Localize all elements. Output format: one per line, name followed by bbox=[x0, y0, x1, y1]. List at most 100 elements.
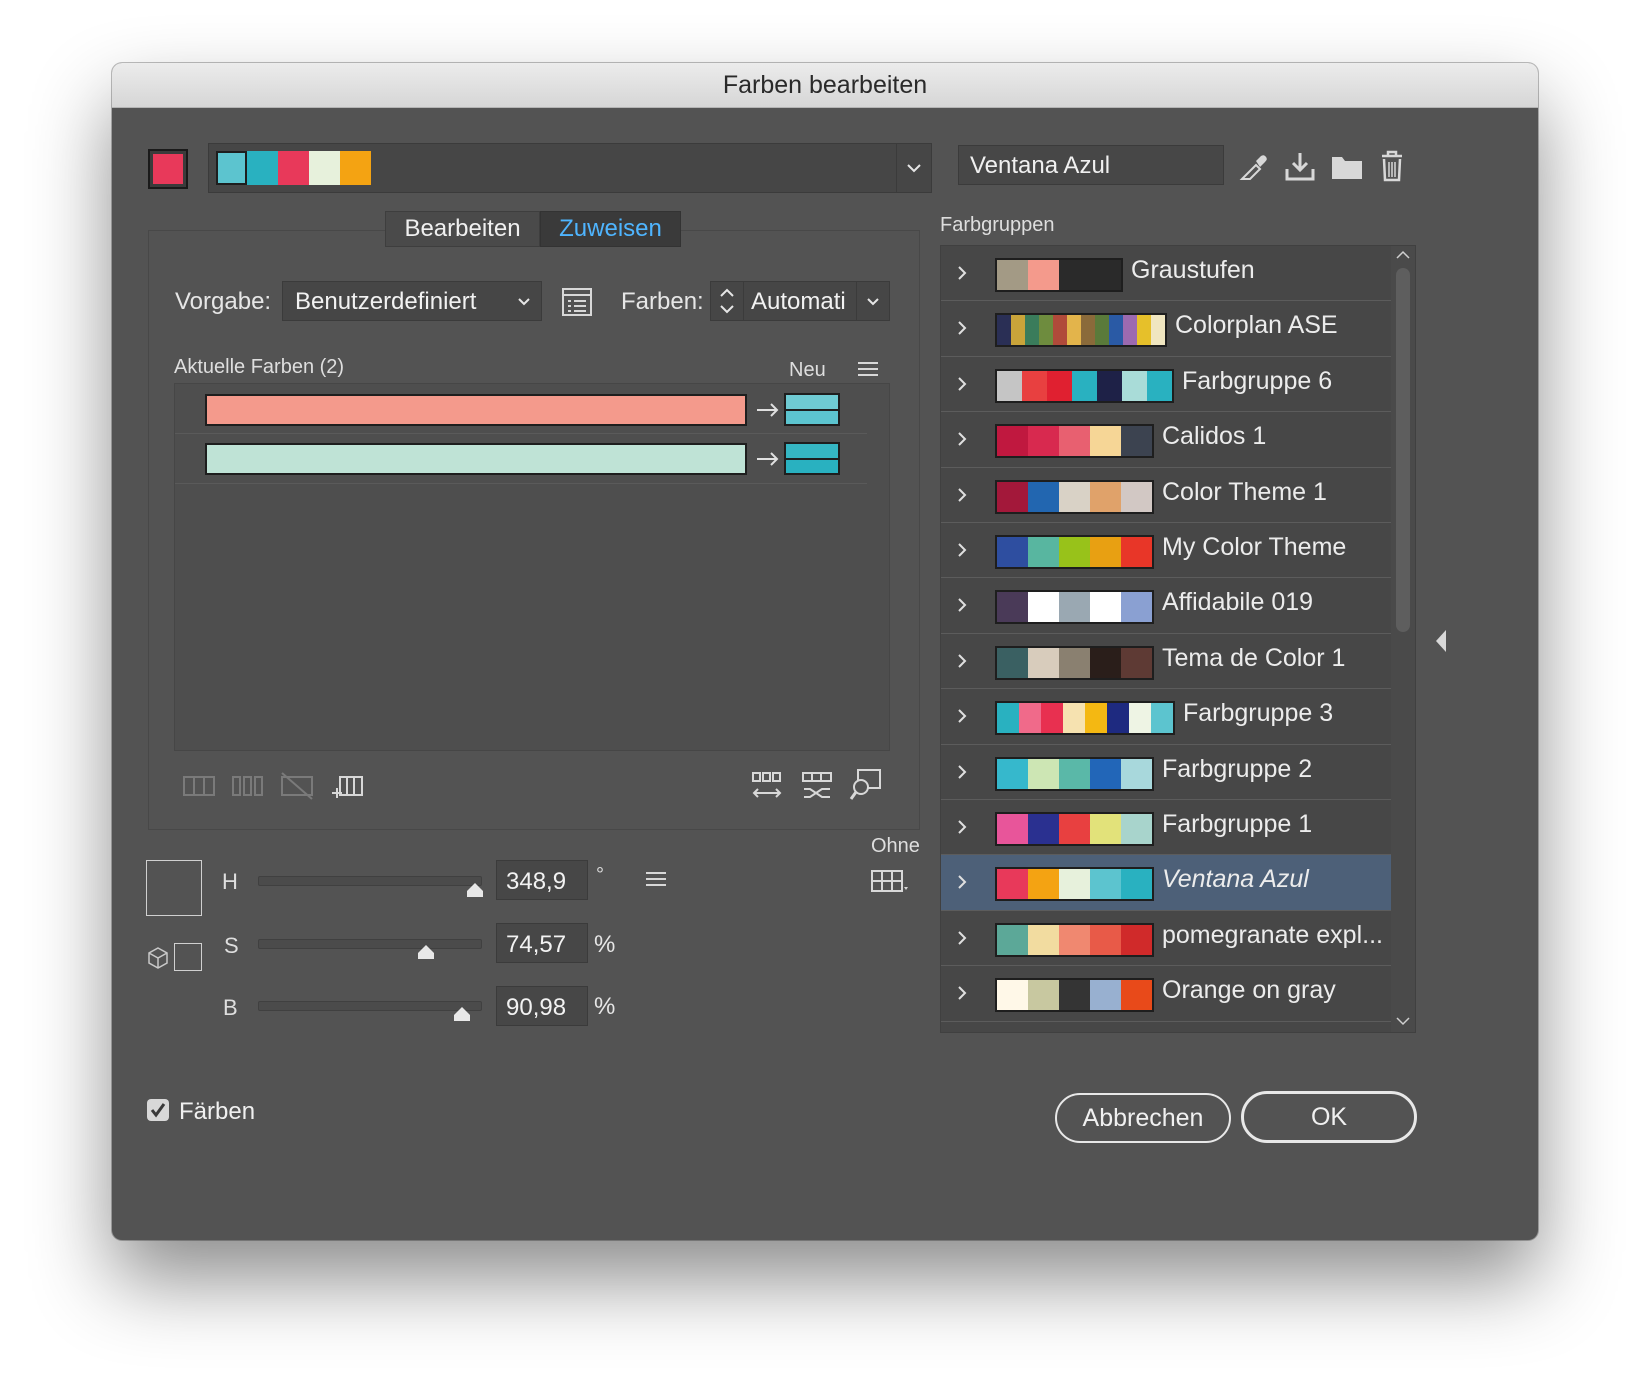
save-icon[interactable] bbox=[1283, 151, 1317, 183]
color-group-row[interactable]: Orange on gray bbox=[941, 966, 1391, 1022]
group-color-swatch[interactable] bbox=[309, 151, 340, 185]
group-swatch bbox=[1028, 426, 1059, 457]
chevron-right-icon[interactable] bbox=[953, 762, 971, 782]
cancel-button[interactable]: Abbrechen bbox=[1055, 1093, 1231, 1143]
color-group-dropdown[interactable] bbox=[896, 144, 931, 192]
color-group-row[interactable]: Tema de Color 1 bbox=[941, 634, 1391, 690]
chevron-right-icon[interactable] bbox=[953, 485, 971, 505]
chevron-right-icon[interactable] bbox=[953, 983, 971, 1003]
color-group-row[interactable]: Farbgruppe 6 bbox=[941, 357, 1391, 413]
group-color-swatch[interactable] bbox=[278, 151, 309, 185]
color-group-row[interactable]: Farbgruppe 2 bbox=[941, 745, 1391, 800]
list-menu-icon[interactable] bbox=[856, 359, 880, 379]
current-color-bar[interactable] bbox=[205, 394, 747, 426]
none-label: Ohne bbox=[871, 835, 920, 857]
tab-bearbeiten[interactable]: Bearbeiten bbox=[385, 211, 540, 247]
stepper-arrows-icon[interactable] bbox=[715, 284, 739, 318]
color-group-row[interactable]: Graustufen bbox=[941, 246, 1391, 302]
group-swatch bbox=[997, 647, 1028, 678]
chevron-right-icon[interactable] bbox=[953, 595, 971, 615]
brightness-input[interactable]: 90,98 bbox=[496, 986, 588, 1026]
recolor-checkbox[interactable] bbox=[147, 1099, 169, 1121]
chevron-right-icon[interactable] bbox=[953, 263, 971, 283]
color-group-bar[interactable] bbox=[208, 143, 932, 193]
tab-bearbeiten-label: Bearbeiten bbox=[404, 215, 521, 242]
ok-button[interactable]: OK bbox=[1241, 1091, 1417, 1143]
new-color-cell[interactable] bbox=[784, 393, 840, 426]
color-mapping-list bbox=[174, 383, 890, 751]
arrow-right-icon[interactable] bbox=[755, 399, 781, 421]
hsb-menu-icon[interactable] bbox=[644, 869, 668, 889]
preset-select[interactable]: Benutzerdefiniert bbox=[282, 281, 542, 321]
color-group-row[interactable]: pomegranate expl... bbox=[941, 911, 1391, 967]
trash-icon[interactable] bbox=[1378, 149, 1406, 183]
saturation-slider[interactable] bbox=[258, 939, 482, 949]
merge-colors-icon[interactable] bbox=[182, 773, 216, 799]
chevron-right-icon[interactable] bbox=[953, 429, 971, 449]
tab-zuweisen[interactable]: Zuweisen bbox=[540, 211, 681, 247]
color-group-swatches bbox=[995, 590, 1154, 625]
chevron-right-icon[interactable] bbox=[953, 928, 971, 948]
hue-slider-thumb[interactable] bbox=[465, 881, 485, 899]
hue-slider[interactable] bbox=[258, 876, 482, 886]
color-group-row[interactable]: Farbgruppe 1 bbox=[941, 800, 1391, 856]
colors-count-stepper[interactable]: Automati bbox=[710, 281, 890, 321]
color-group-row[interactable]: Color Theme 1 bbox=[941, 468, 1391, 523]
group-color-swatch[interactable] bbox=[247, 151, 278, 185]
hue-input[interactable]: 348,9 bbox=[496, 860, 588, 900]
chevron-right-icon[interactable] bbox=[953, 651, 971, 671]
eyedropper-icon[interactable] bbox=[1236, 149, 1270, 183]
randomize-order-icon[interactable] bbox=[750, 769, 784, 803]
saturation-slider-thumb[interactable] bbox=[416, 943, 436, 961]
color-group-name: My Color Theme bbox=[1162, 533, 1347, 561]
mapping-row[interactable] bbox=[175, 384, 867, 434]
color-group-name-field[interactable]: Ventana Azul bbox=[958, 145, 1224, 185]
table-icon[interactable] bbox=[870, 867, 910, 895]
new-row-icon[interactable] bbox=[330, 771, 364, 801]
active-color-swatch[interactable] bbox=[148, 149, 188, 189]
fill-color-preview[interactable] bbox=[146, 860, 202, 916]
group-color-swatch[interactable] bbox=[216, 151, 247, 185]
chevron-right-icon[interactable] bbox=[953, 872, 971, 892]
color-group-row[interactable]: Calidos 1 bbox=[941, 412, 1391, 468]
chevron-right-icon[interactable] bbox=[953, 540, 971, 560]
arrow-right-icon[interactable] bbox=[755, 448, 781, 470]
saturation-input[interactable]: 74,57 bbox=[496, 923, 588, 963]
color-group-row[interactable]: Farbgruppe 3 bbox=[941, 689, 1391, 745]
scrollbar-thumb[interactable] bbox=[1396, 268, 1410, 632]
chevron-right-icon[interactable] bbox=[953, 817, 971, 837]
hue-value: 348,9 bbox=[506, 868, 567, 895]
color-group-row[interactable]: Colorplan ASE bbox=[941, 301, 1391, 357]
group-color-swatch[interactable] bbox=[340, 151, 371, 185]
mapping-row[interactable] bbox=[175, 434, 867, 484]
chevron-down-icon[interactable] bbox=[1395, 1014, 1411, 1028]
separate-colors-icon[interactable] bbox=[231, 773, 265, 799]
scrollbar[interactable] bbox=[1391, 246, 1415, 1032]
color-group-swatches bbox=[995, 922, 1154, 957]
group-swatch bbox=[1028, 758, 1059, 789]
color-groups-list[interactable]: Graustufen Colorplan ASE Farbgruppe 6 Calid… bbox=[940, 245, 1416, 1033]
color-group-row[interactable]: Affidabile 019 bbox=[941, 578, 1391, 634]
randomize-saturation-icon[interactable] bbox=[800, 769, 834, 803]
current-color-bar[interactable] bbox=[205, 443, 747, 475]
color-group-swatches[interactable] bbox=[216, 151, 371, 185]
cancel-button-label: Abbrechen bbox=[1082, 1103, 1204, 1132]
chevron-right-icon[interactable] bbox=[953, 374, 971, 394]
folder-icon[interactable] bbox=[1330, 153, 1364, 181]
chevron-down-icon[interactable] bbox=[862, 290, 884, 312]
color-group-name-value: Ventana Azul bbox=[970, 152, 1111, 179]
stroke-color-preview[interactable] bbox=[174, 943, 202, 971]
chevron-down-icon bbox=[907, 164, 921, 173]
exclude-colors-icon[interactable] bbox=[280, 771, 314, 801]
new-color-cell[interactable] bbox=[784, 442, 840, 475]
find-color-icon[interactable] bbox=[848, 767, 884, 803]
chevron-right-icon[interactable] bbox=[953, 706, 971, 726]
chevron-right-icon[interactable] bbox=[953, 318, 971, 338]
brightness-slider-thumb[interactable] bbox=[452, 1005, 472, 1023]
color-group-row[interactable]: Ventana Azul bbox=[941, 855, 1391, 911]
chevron-up-icon[interactable] bbox=[1395, 248, 1411, 262]
brightness-slider[interactable] bbox=[258, 1001, 482, 1011]
color-group-row[interactable]: My Color Theme bbox=[941, 523, 1391, 579]
collapse-panel-icon[interactable] bbox=[1432, 628, 1450, 654]
preset-options-icon[interactable] bbox=[561, 287, 593, 317]
